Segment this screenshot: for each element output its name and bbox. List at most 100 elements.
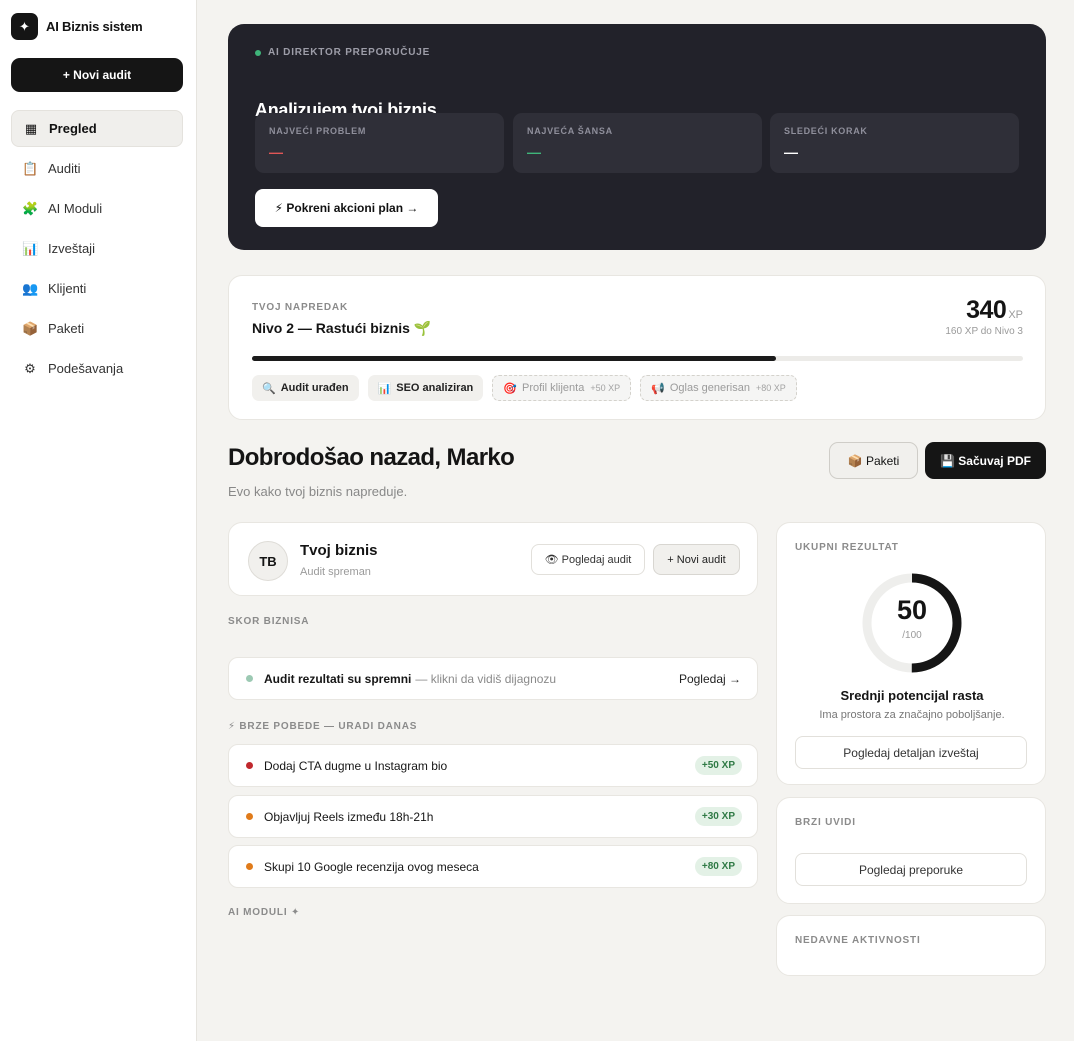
sidebar-item-label: Izveštaji	[48, 241, 95, 256]
badge-label: Oglas generisan	[669, 382, 750, 394]
puzzle-icon: 🧩	[22, 200, 39, 216]
biggest-chance-box: NAJVEĆA ŠANSA —	[513, 113, 762, 173]
megaphone-icon: 📢	[651, 382, 665, 395]
score-title: Srednji potencijal rasta	[840, 688, 984, 703]
quick-win-item[interactable]: Skupi 10 Google recenzija ovog meseca +8…	[228, 845, 758, 888]
score-eyebrow: UKUPNI REZULTAT	[795, 542, 899, 553]
box-label: NAJVEĆA ŠANSA	[527, 126, 613, 136]
gear-icon: ⚙	[24, 360, 36, 376]
row-text: Audit rezultati su spremni	[264, 671, 412, 686]
detailed-report-button[interactable]: Pogledaj detaljan izveštaj	[795, 736, 1027, 769]
business-name: Tvoj biznis	[300, 542, 378, 559]
packages-button[interactable]: 📦 Paketi	[829, 442, 918, 479]
grid-icon: ▦	[24, 120, 38, 136]
progress-card: TVOJ NAPREDAK Nivo 2 — Rastući biznis 🌱 …	[228, 275, 1046, 420]
xp-counter: 340 XP 160 XP do Nivo 3	[945, 296, 1023, 337]
quick-win-text: Dodaj CTA dugme u Instagram bio	[264, 758, 448, 773]
start-action-plan-button[interactable]: ⚡ Pokreni akcioni plan →	[255, 189, 438, 227]
avatar: TB	[248, 541, 288, 581]
view-audit-button[interactable]: 👁 Pogledaj audit	[531, 544, 645, 575]
badge-audit-done[interactable]: 🔍 Audit urađen	[252, 375, 359, 401]
badge-label: Profil klijenta	[521, 382, 585, 394]
xp-chip: +80 XP	[694, 857, 742, 876]
priority-dot-icon	[246, 762, 253, 769]
quick-win-item[interactable]: Dodaj CTA dugme u Instagram bio +50 XP	[228, 744, 758, 787]
box-value: —	[527, 144, 541, 160]
badge-seo-analyzed[interactable]: 📊 SEO analiziran	[367, 375, 484, 401]
sidebar-item-label: Paketi	[48, 321, 85, 336]
page-subtitle: Evo kako tvoj biznis napreduje.	[228, 484, 408, 499]
insights-eyebrow: BRZI UVIDI	[795, 817, 856, 828]
score-description: Ima prostora za značajno poboljšanje.	[819, 709, 1005, 721]
bar-chart-icon: 📊	[22, 240, 39, 256]
status-dot-icon	[246, 675, 253, 682]
sidebar-item-pregled[interactable]: ▦ Pregled	[11, 110, 183, 147]
sidebar-item-podesavanja[interactable]: ⚙ Podešavanja	[11, 350, 183, 387]
sidebar-item-label: Podešavanja	[48, 361, 124, 376]
badge-client-profile[interactable]: 🎯 Profil klijenta +50 XP	[492, 375, 632, 401]
bar-chart-icon: 📊	[377, 382, 392, 395]
target-icon: 🎯	[503, 382, 517, 395]
sidebar-item-label: Pregled	[49, 121, 97, 136]
next-step-box: SLEDEĆI KORAK —	[770, 113, 1019, 173]
priority-dot-icon	[246, 863, 253, 870]
score-max: /100	[902, 630, 922, 641]
biggest-problem-box: NAJVEĆI PROBLEM —	[255, 113, 504, 173]
save-pdf-button[interactable]: 💾 Sačuvaj PDF	[925, 442, 1046, 479]
director-eyebrow-text: AI DIREKTOR PREPORUČUJE	[268, 47, 431, 58]
brand[interactable]: ✦ AI Biznis sistem	[11, 13, 143, 40]
xp-chip: +30 XP	[694, 807, 742, 826]
badge-label: Audit urađen	[280, 382, 349, 394]
score-value: 50	[896, 595, 928, 625]
sidebar-item-izvestaji[interactable]: 📊 Izveštaji	[11, 230, 183, 267]
xp-to-next-level: 160 XP do Nivo 3	[945, 326, 1023, 337]
progress-eyebrow: TVOJ NAPREDAK	[252, 302, 348, 313]
box-value: —	[784, 144, 798, 160]
view-link[interactable]: Pogledaj →	[679, 672, 741, 686]
sidebar: ✦ AI Biznis sistem + Novi audit ▦ Pregle…	[0, 0, 197, 1041]
business-score-label: SKOR BIZNISA	[228, 616, 310, 627]
new-audit-button-secondary[interactable]: + Novi audit	[653, 544, 740, 575]
quick-win-text: Skupi 10 Google recenzija ovog meseca	[264, 859, 479, 874]
achievement-badges: 🔍 Audit urađen 📊 SEO analiziran 🎯 Profil…	[252, 375, 797, 401]
badge-ad-generated[interactable]: 📢 Oglas generisan +80 XP	[640, 375, 797, 401]
new-audit-button[interactable]: + Novi audit	[11, 58, 183, 92]
quick-insights-card: BRZI UVIDI Pogledaj preporuke	[776, 797, 1046, 904]
sidebar-item-auditi[interactable]: 📋 Auditi	[11, 150, 183, 187]
quick-win-item[interactable]: Objavljuj Reels između 18h-21h +30 XP	[228, 795, 758, 838]
total-score-card: UKUPNI REZULTAT 50 /100 Srednji potencij…	[776, 522, 1046, 785]
quick-win-text: Objavljuj Reels između 18h-21h	[264, 809, 434, 824]
page-title: Dobrodošao nazad, Marko	[228, 444, 515, 471]
box-label: SLEDEĆI KORAK	[784, 126, 868, 136]
ai-director-card: AI DIREKTOR PREPORUČUJE Analizujem tvoj …	[228, 24, 1046, 250]
activity-eyebrow: NEDAVNE AKTIVNOSTI	[795, 935, 921, 946]
brand-name: AI Biznis sistem	[46, 19, 143, 34]
package-icon: 📦	[22, 320, 39, 336]
sidebar-item-label: Auditi	[48, 161, 81, 176]
business-card: TB Tvoj biznis Audit spreman 👁 Pogledaj …	[228, 522, 758, 596]
sidebar-item-klijenti[interactable]: 👥 Klijenti	[11, 270, 183, 307]
view-recommendations-button[interactable]: Pogledaj preporuke	[795, 853, 1027, 886]
priority-dot-icon	[246, 813, 253, 820]
xp-value: 340	[966, 296, 1007, 324]
director-eyebrow: AI DIREKTOR PREPORUČUJE	[255, 47, 430, 58]
status-dot-icon	[255, 49, 261, 56]
level-title: Nivo 2 — Rastući biznis 🌱	[252, 320, 432, 336]
box-label: NAJVEĆI PROBLEM	[269, 126, 367, 136]
recent-activity-card: NEDAVNE AKTIVNOSTI	[776, 915, 1046, 976]
audit-results-row[interactable]: Audit rezultati su spremni — klikni da v…	[228, 657, 758, 700]
sparkle-logo-icon: ✦	[11, 13, 38, 40]
xp-chip: +50 XP	[694, 756, 742, 775]
badge-xp: +80 XP	[755, 383, 786, 393]
magnifier-icon: 🔍	[262, 382, 276, 395]
progress-bar	[252, 356, 1023, 361]
sidebar-nav: ▦ Pregled 📋 Auditi 🧩 AI Moduli 📊 Izvešta…	[11, 110, 183, 390]
clipboard-icon: 📋	[22, 160, 39, 176]
sidebar-item-ai-moduli[interactable]: 🧩 AI Moduli	[11, 190, 183, 227]
sidebar-item-paketi[interactable]: 📦 Paketi	[11, 310, 183, 347]
xp-unit: XP	[1008, 309, 1023, 321]
sidebar-item-label: Klijenti	[48, 281, 87, 296]
quick-wins-label: ⚡ BRZE POBEDE — URADI DANAS	[228, 721, 418, 732]
business-status: Audit spreman	[300, 566, 371, 578]
progress-bar-fill	[252, 356, 777, 361]
